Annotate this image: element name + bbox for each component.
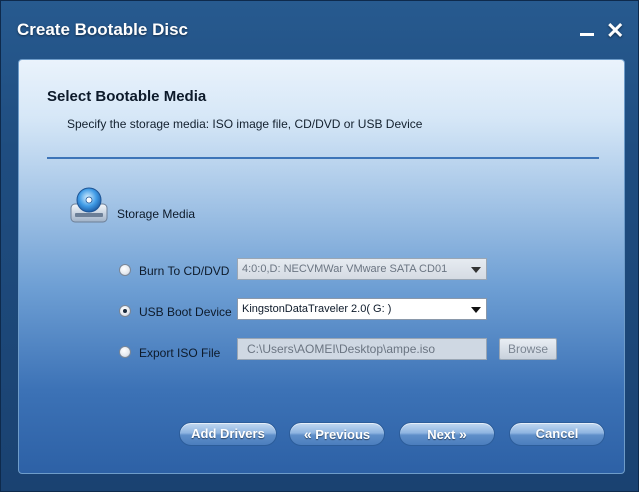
close-icon[interactable]: ✕ bbox=[606, 20, 626, 42]
cd-dvd-select-value: 4:0:0,D: NECVMWar VMware SATA CD01 bbox=[242, 263, 448, 275]
add-drivers-button[interactable]: Add Drivers bbox=[179, 422, 277, 446]
previous-button[interactable]: « Previous bbox=[289, 422, 385, 446]
usb-label[interactable]: USB Boot Device bbox=[139, 305, 232, 319]
cd-dvd-select[interactable]: 4:0:0,D: NECVMWar VMware SATA CD01 bbox=[237, 258, 487, 280]
content-panel: Select Bootable Media Specify the storag… bbox=[18, 59, 625, 474]
usb-radio[interactable] bbox=[119, 305, 131, 317]
window-title: Create Bootable Disc bbox=[17, 20, 188, 39]
usb-device-select-value: KingstonDataTraveler 2.0( G: ) bbox=[242, 303, 392, 315]
chevron-down-icon bbox=[471, 267, 481, 273]
storage-media-label: Storage Media bbox=[117, 207, 196, 221]
iso-radio[interactable] bbox=[119, 346, 131, 358]
burn-label[interactable]: Burn To CD/DVD bbox=[139, 264, 229, 278]
next-label: Next bbox=[427, 427, 456, 442]
usb-device-select[interactable]: KingstonDataTraveler 2.0( G: ) bbox=[237, 298, 487, 320]
minimize-icon[interactable] bbox=[580, 23, 594, 37]
next-button[interactable]: Next » bbox=[399, 422, 495, 446]
chevron-down-icon bbox=[471, 307, 481, 313]
cancel-button[interactable]: Cancel bbox=[509, 422, 605, 446]
title-bar: Create Bootable Disc ✕ bbox=[1, 1, 638, 59]
browse-button[interactable]: Browse bbox=[499, 338, 557, 360]
iso-label[interactable]: Export ISO File bbox=[139, 346, 220, 360]
double-chevron-left-icon: « bbox=[303, 426, 312, 442]
disc-drive-icon bbox=[70, 187, 108, 223]
divider bbox=[47, 157, 599, 159]
burn-radio[interactable] bbox=[119, 264, 131, 276]
page-subtitle: Specify the storage media: ISO image fil… bbox=[67, 117, 423, 131]
page-title: Select Bootable Media bbox=[47, 88, 207, 105]
iso-path-field[interactable]: C:\Users\AOMEI\Desktop\ampe.iso bbox=[237, 338, 487, 360]
double-chevron-right-icon: » bbox=[459, 426, 467, 442]
previous-label: Previous bbox=[315, 427, 371, 442]
create-bootable-disc-window: Create Bootable Disc ✕ Select Bootable M… bbox=[0, 0, 639, 492]
